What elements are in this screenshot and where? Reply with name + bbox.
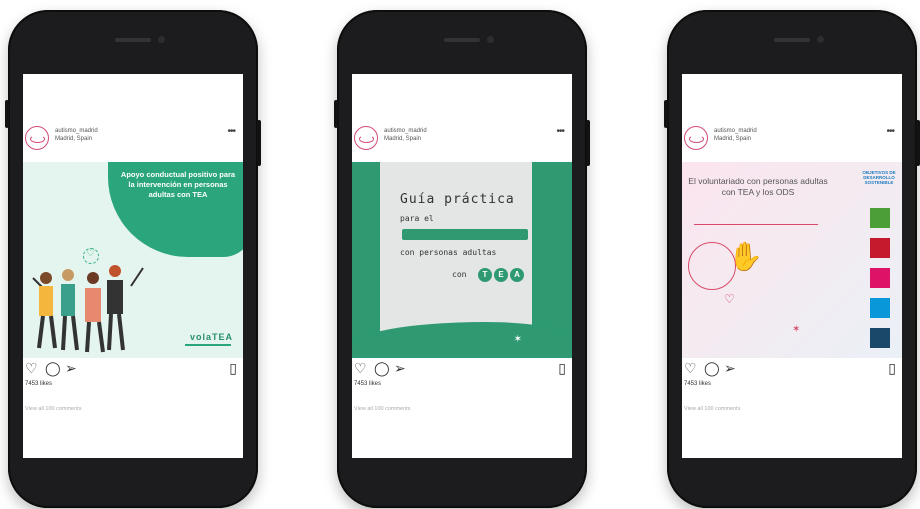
letter-bubble: A [510,268,524,282]
username[interactable]: autismo_madrid [714,128,757,134]
comment-icon[interactable]: ◯ [704,360,720,377]
avatar[interactable] [25,126,49,150]
post-header: autismo_madrid Madrid, Spain ••• [23,126,243,154]
instagram-post-screen: autismo_madrid Madrid, Spain ••• Apoyo c… [23,74,243,458]
sdg-tile-icon [870,328,890,348]
sdg-tile-icon [870,298,890,318]
heart-icon[interactable]: ♡ [25,360,38,377]
front-camera [817,36,824,43]
view-comments-link[interactable]: View all 100 comments [25,406,81,412]
bookmark-icon[interactable]: ▯ [229,360,237,377]
post-image-title: El voluntariado con personas adultas con… [688,176,828,197]
username[interactable]: autismo_madrid [55,128,98,134]
send-icon[interactable]: ➢ [394,360,406,377]
volume-button [664,100,668,128]
post-image-title: Apoyo conductual positivo para la interv… [120,170,236,199]
phone-mockup-3: autismo_madrid Madrid, Spain ••• El volu… [664,10,920,508]
view-comments-link[interactable]: View all 100 comments [354,406,410,412]
heart-icon[interactable]: ♡ [684,360,697,377]
post-image[interactable]: Apoyo conductual positivo para la interv… [23,162,243,358]
send-icon[interactable]: ➢ [724,360,736,377]
likes-count[interactable]: 7453 likes [25,381,52,387]
avatar[interactable] [684,126,708,150]
power-button [586,120,590,166]
instagram-post-screen: autismo_madrid Madrid, Spain ••• Guía pr… [352,74,572,458]
send-icon[interactable]: ➢ [65,360,77,377]
post-image-title: Guía práctica [400,192,515,207]
post-actions: ♡ ◯ ➢ ▯ [352,360,572,380]
heart-icon[interactable]: ♡ [354,360,367,377]
phone-mockup-1: autismo_madrid Madrid, Spain ••• Apoyo c… [5,10,261,508]
sdg-tile-icon [870,208,890,228]
power-button [257,120,261,166]
view-comments-link[interactable]: View all 100 comments [684,406,740,412]
speaker-grille [115,38,151,42]
more-options-icon[interactable]: ••• [227,126,235,137]
more-options-icon[interactable]: ••• [886,126,894,137]
people-illustration [32,265,144,353]
instagram-post-screen: autismo_madrid Madrid, Spain ••• El volu… [682,74,902,458]
likes-count[interactable]: 7453 likes [354,381,381,387]
brand-logo-icon: ✶ [792,324,801,335]
post-image[interactable]: El voluntariado con personas adultas con… [682,162,902,358]
username[interactable]: autismo_madrid [384,128,427,134]
title-underline [694,224,818,225]
speaker-grille [444,38,480,42]
more-options-icon[interactable]: ••• [556,126,564,137]
post-image-line: con personas adultas [400,248,497,257]
post-header: autismo_madrid Madrid, Spain ••• [352,126,572,154]
comment-icon[interactable]: ◯ [374,360,390,377]
sdg-heading: OBJETIVOS DE DESARROLLO SOSTENIBLE [862,170,896,185]
bookmark-icon[interactable]: ▯ [558,360,566,377]
likes-count[interactable]: 7453 likes [684,381,711,387]
volume-button [334,100,338,128]
bookmark-icon[interactable]: ▯ [888,360,896,377]
phone-mockup-2: autismo_madrid Madrid, Spain ••• Guía pr… [334,10,590,508]
post-image-line: con [452,270,467,279]
post-image-line: para el [400,214,434,223]
highlight-bar [402,229,528,240]
post-actions: ♡ ◯ ➢ ▯ [23,360,243,380]
sdg-tile-icon [870,268,890,288]
brand-logo: volaTEA [189,332,233,342]
power-button [916,120,920,166]
letter-bubble: E [494,268,508,282]
front-camera [487,36,494,43]
post-header: autismo_madrid Madrid, Spain ••• [682,126,902,154]
letter-bubble: T [478,268,492,282]
volume-button [5,100,9,128]
sdg-tile-icon [870,238,890,258]
post-actions: ♡ ◯ ➢ ▯ [682,360,902,380]
location[interactable]: Madrid, Spain [714,136,751,142]
location[interactable]: Madrid, Spain [55,136,92,142]
heart-drawing-icon: ♡ [724,292,735,306]
front-camera [158,36,165,43]
logo-underline [185,344,231,346]
comment-icon[interactable]: ◯ [45,360,61,377]
location[interactable]: Madrid, Spain [384,136,421,142]
speaker-grille [774,38,810,42]
avatar[interactable] [354,126,378,150]
raised-hand-icon: ✋ [728,241,763,272]
post-image[interactable]: Guía práctica para el con personas adult… [352,162,572,358]
brand-logo-icon: ✶ [513,334,522,345]
